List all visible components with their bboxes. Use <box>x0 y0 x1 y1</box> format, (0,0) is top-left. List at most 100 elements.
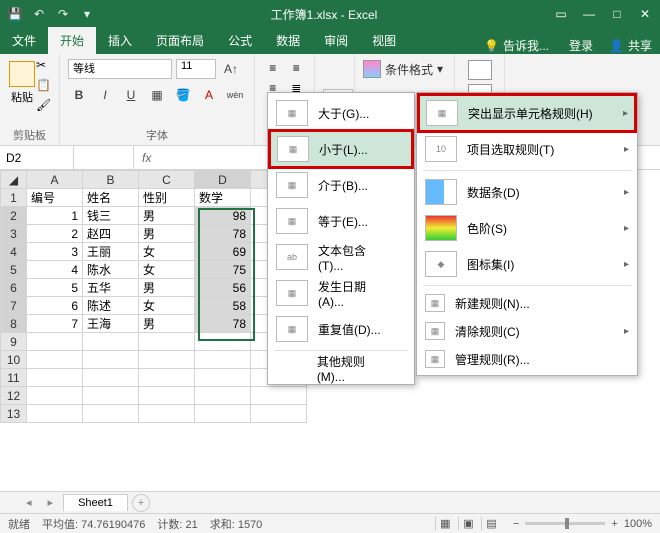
cell-selected[interactable]: 78 <box>195 315 251 333</box>
menu-top-rules[interactable]: 10项目选取规则(T)▸ <box>419 131 635 167</box>
align-mid-icon[interactable]: ≡ <box>287 58 307 78</box>
format-painter-icon[interactable]: 🖌 <box>36 98 54 114</box>
col-header-d[interactable]: D <box>195 171 251 189</box>
paste-button[interactable]: 粘贴 <box>8 58 36 108</box>
phonetic-button[interactable]: wén <box>224 84 246 106</box>
menu-less-than[interactable]: ▦小于(L)... <box>270 131 412 167</box>
row-header[interactable]: 12 <box>1 387 27 405</box>
row-header[interactable]: 1 <box>1 189 27 207</box>
name-box[interactable]: D2 <box>0 146 74 169</box>
close-icon[interactable]: ✕ <box>636 7 654 21</box>
cell[interactable]: 五华 <box>83 279 139 297</box>
fill-color-button[interactable]: 🪣 <box>172 84 194 106</box>
cell[interactable]: 7 <box>27 315 83 333</box>
row-header[interactable]: 11 <box>1 369 27 387</box>
font-size-select[interactable]: 11 <box>176 59 216 79</box>
zoom-in-icon[interactable]: + <box>611 518 617 530</box>
menu-date[interactable]: ▦发生日期(A)... <box>270 275 412 311</box>
cell[interactable]: 男 <box>139 315 195 333</box>
cell[interactable]: 性别 <box>139 189 195 207</box>
menu-between[interactable]: ▦介于(B)... <box>270 167 412 203</box>
page-layout-icon[interactable]: ▣ <box>458 517 478 530</box>
cell-selected[interactable]: 98 <box>195 207 251 225</box>
row-header[interactable]: 3 <box>1 225 27 243</box>
tab-review[interactable]: 审阅 <box>312 27 360 54</box>
sheet-nav-next-icon[interactable]: ▸ <box>42 496 60 509</box>
cell[interactable]: 王丽 <box>83 243 139 261</box>
cell[interactable]: 4 <box>27 261 83 279</box>
format-table-icon[interactable] <box>468 60 492 80</box>
row-header[interactable]: 7 <box>1 297 27 315</box>
row-header[interactable]: 5 <box>1 261 27 279</box>
share-label[interactable]: 共享 <box>628 37 652 54</box>
border-button[interactable]: ▦ <box>146 84 168 106</box>
menu-icon-sets[interactable]: ◆图标集(I)▸ <box>419 246 635 282</box>
font-name-select[interactable]: 等线 <box>68 59 172 79</box>
signin-label[interactable]: 登录 <box>569 37 593 54</box>
menu-other-rules[interactable]: 其他规则(M)... <box>270 354 412 382</box>
cell[interactable]: 6 <box>27 297 83 315</box>
cell-selected[interactable]: 58 <box>195 297 251 315</box>
zoom-out-icon[interactable]: − <box>513 518 519 530</box>
undo-icon[interactable]: ↶ <box>30 5 48 23</box>
zoom-slider[interactable] <box>525 522 605 525</box>
cell[interactable]: 编号 <box>27 189 83 207</box>
menu-greater-than[interactable]: ▦大于(G)... <box>270 95 412 131</box>
menu-clear-rules[interactable]: ▦清除规则(C)▸ <box>419 317 635 345</box>
cell[interactable]: 赵四 <box>83 225 139 243</box>
save-icon[interactable]: 💾 <box>6 5 24 23</box>
share-icon[interactable]: 👤 <box>609 39 624 53</box>
qat-more-icon[interactable]: ▾ <box>78 5 96 23</box>
conditional-format-button[interactable]: 条件格式 ▾ <box>363 60 446 78</box>
cell[interactable]: 女 <box>139 243 195 261</box>
row-header[interactable]: 9 <box>1 333 27 351</box>
col-header-c[interactable]: C <box>139 171 195 189</box>
menu-data-bars[interactable]: 数据条(D)▸ <box>419 174 635 210</box>
cell[interactable]: 姓名 <box>83 189 139 207</box>
tab-formulas[interactable]: 公式 <box>216 27 264 54</box>
cell[interactable]: 5 <box>27 279 83 297</box>
fx-label[interactable]: fx <box>134 151 159 165</box>
minimize-icon[interactable]: — <box>580 7 598 21</box>
sheet-tab[interactable]: Sheet1 <box>63 494 128 511</box>
row-header[interactable]: 2 <box>1 207 27 225</box>
cell-selected[interactable]: 75 <box>195 261 251 279</box>
add-sheet-button[interactable]: + <box>132 494 150 512</box>
menu-equal[interactable]: ▦等于(E)... <box>270 203 412 239</box>
normal-view-icon[interactable]: ▦ <box>435 517 455 530</box>
tab-insert[interactable]: 插入 <box>96 27 144 54</box>
sheet-nav-prev-icon[interactable]: ◂ <box>20 496 38 509</box>
zoom-level[interactable]: 100% <box>624 518 652 530</box>
cell[interactable]: 2 <box>27 225 83 243</box>
menu-highlight-rules[interactable]: ▦突出显示单元格规则(H)▸ <box>419 95 635 131</box>
select-all-corner[interactable]: ◢ <box>1 171 27 189</box>
cell[interactable]: 陈述 <box>83 297 139 315</box>
menu-new-rule[interactable]: ▦新建规则(N)... <box>419 289 635 317</box>
cell[interactable]: 男 <box>139 207 195 225</box>
col-header-b[interactable]: B <box>83 171 139 189</box>
row-header[interactable]: 6 <box>1 279 27 297</box>
menu-manage-rules[interactable]: ▦管理规则(R)... <box>419 345 635 373</box>
row-header[interactable]: 4 <box>1 243 27 261</box>
cell-selected[interactable]: 78 <box>195 225 251 243</box>
tellme-icon[interactable]: 💡 <box>484 39 499 53</box>
bold-button[interactable]: B <box>68 84 90 106</box>
menu-duplicate[interactable]: ▦重复值(D)... <box>270 311 412 347</box>
increase-font-icon[interactable]: A↑ <box>220 58 242 80</box>
font-color-button[interactable]: A <box>198 84 220 106</box>
cell[interactable]: 男 <box>139 225 195 243</box>
cut-icon[interactable]: ✂ <box>36 58 54 74</box>
cell[interactable]: 女 <box>139 261 195 279</box>
menu-text-contains[interactable]: ab文本包含(T)... <box>270 239 412 275</box>
cell-selected[interactable]: 69 <box>195 243 251 261</box>
tab-view[interactable]: 视图 <box>360 27 408 54</box>
page-break-icon[interactable]: ▤ <box>481 517 501 530</box>
copy-icon[interactable]: 📋 <box>36 78 54 94</box>
cell[interactable]: 1 <box>27 207 83 225</box>
cell[interactable]: 数学 <box>195 189 251 207</box>
tab-file[interactable]: 文件 <box>0 27 48 54</box>
row-header[interactable]: 13 <box>1 405 27 423</box>
cell[interactable]: 钱三 <box>83 207 139 225</box>
italic-button[interactable]: I <box>94 84 116 106</box>
row-header[interactable]: 10 <box>1 351 27 369</box>
